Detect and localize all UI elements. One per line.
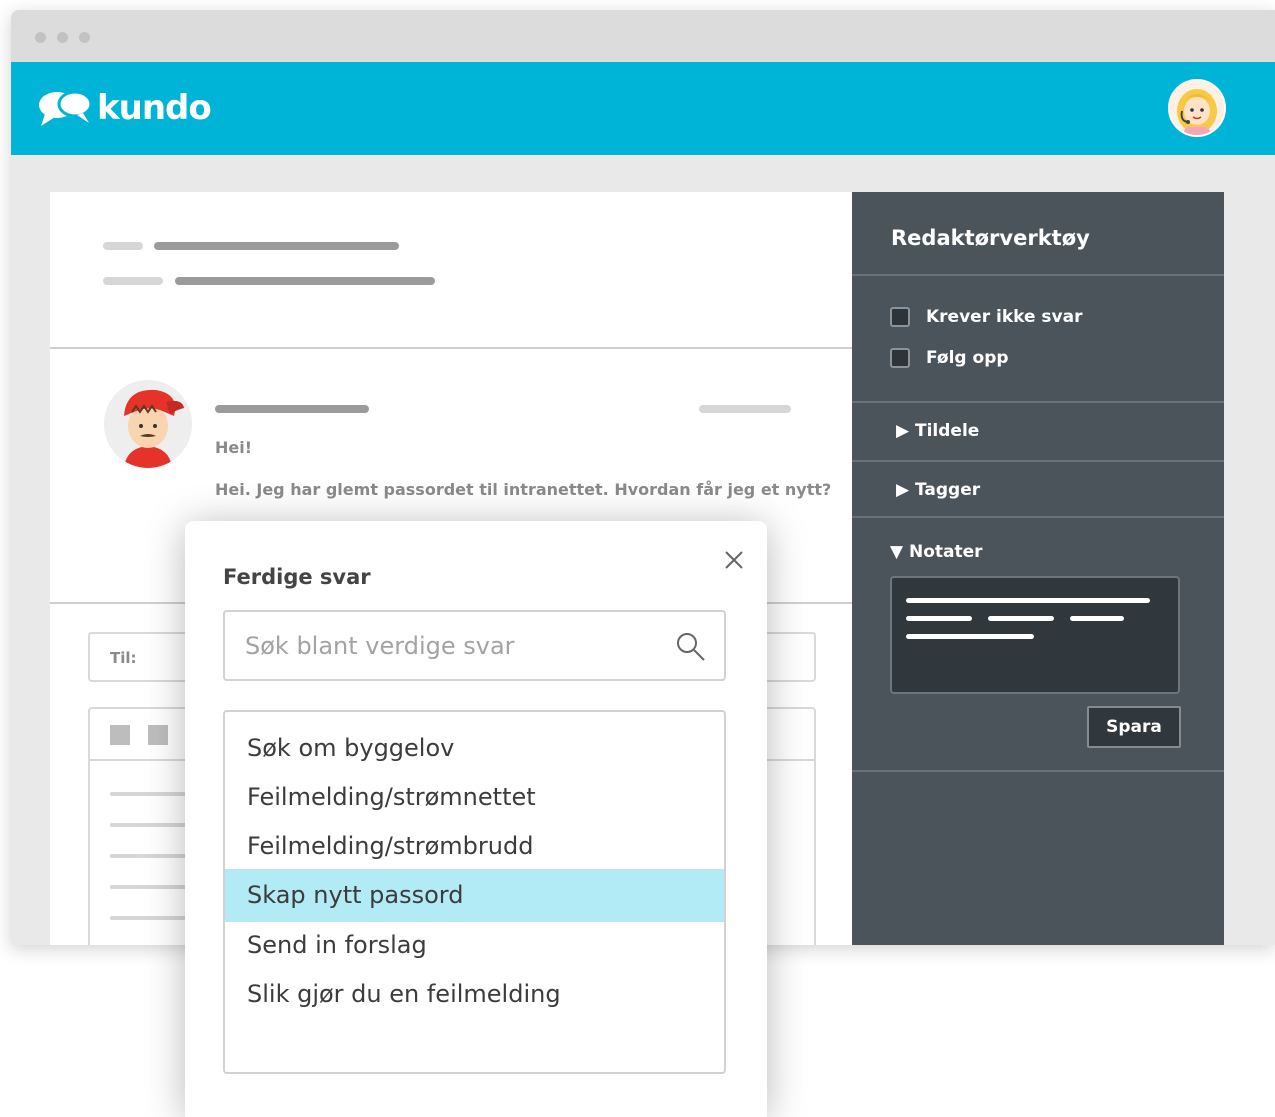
placeholder-line: [175, 277, 435, 285]
sidebar-divider: [852, 460, 1224, 462]
placeholder-line: [103, 242, 143, 250]
accordion-label: Tildele: [915, 421, 980, 441]
triangle-down-icon: ▼: [890, 542, 904, 562]
search-input[interactable]: [245, 630, 645, 662]
checkbox-no-reply-needed[interactable]: Krever ikke svar: [890, 307, 1083, 327]
list-item-selected[interactable]: Skap nytt passord: [225, 869, 724, 922]
search-field[interactable]: [223, 610, 726, 681]
toolbar-button[interactable]: [148, 725, 168, 745]
list-item[interactable]: Send in forslag: [225, 919, 724, 972]
checkbox-label: Følg opp: [926, 348, 1009, 368]
brand-name: kundo: [97, 88, 212, 128]
triangle-right-icon: ▶: [896, 480, 910, 500]
note-text-line: [1070, 616, 1124, 621]
accordion-label: Tagger: [915, 480, 981, 500]
kundo-logo[interactable]: kundo: [37, 86, 212, 130]
note-text-line: [906, 598, 1150, 603]
canned-responses-list: Søk om byggelov Feilmelding/strømnettet …: [223, 710, 726, 1074]
window-close-dot[interactable]: [35, 32, 46, 43]
search-icon[interactable]: [675, 631, 707, 663]
toolbar-button[interactable]: [110, 725, 130, 745]
checkbox-follow-up[interactable]: Følg opp: [890, 348, 1009, 368]
notes-textarea[interactable]: [890, 576, 1180, 694]
accordion-assign[interactable]: ▶ Tildele: [896, 421, 979, 441]
list-item[interactable]: Feilmelding/strømnettet: [225, 771, 724, 824]
list-item[interactable]: Slik gjør du en feilmelding: [225, 968, 724, 1021]
triangle-right-icon: ▶: [896, 421, 910, 441]
accordion-tags[interactable]: ▶ Tagger: [896, 480, 980, 500]
list-item[interactable]: Feilmelding/strømbrudd: [225, 820, 724, 873]
sidebar-divider: [852, 401, 1224, 403]
note-text-line: [906, 634, 1034, 639]
note-text-line: [906, 616, 972, 621]
checkbox-label: Krever ikke svar: [926, 307, 1083, 327]
sidebar-title: Redaktørverktøy: [891, 226, 1090, 250]
placeholder-line: [154, 242, 399, 250]
timestamp-placeholder: [699, 405, 791, 413]
save-notes-button[interactable]: Spara: [1087, 706, 1181, 748]
speech-bubbles-icon: [39, 90, 93, 126]
window-titlebar: [11, 10, 1275, 62]
author-name-placeholder: [215, 405, 369, 413]
message-body: Hei. Jeg har glemt passordet til intrane…: [215, 480, 832, 499]
canned-responses-modal: Ferdige svar Søk om byggelov Feilmelding…: [185, 521, 767, 1117]
accordion-notes[interactable]: ▼ Notater: [890, 542, 983, 562]
customer-avatar: [104, 380, 192, 468]
close-icon[interactable]: [723, 549, 745, 571]
editor-tools-sidebar: Redaktørverktøy Krever ikke svar Følg op…: [852, 192, 1224, 945]
window-maximize-dot[interactable]: [79, 32, 90, 43]
window-minimize-dot[interactable]: [57, 32, 68, 43]
sidebar-divider: [852, 516, 1224, 518]
sidebar-divider: [852, 274, 1224, 276]
message-greeting: Hei!: [215, 438, 253, 457]
list-item[interactable]: Søk om byggelov: [225, 722, 724, 775]
recipient-label: Til:: [110, 649, 137, 667]
app-header: kundo: [11, 62, 1275, 155]
agent-avatar[interactable]: [1168, 79, 1226, 137]
checkbox[interactable]: [890, 307, 910, 327]
accordion-label: Notater: [909, 542, 983, 562]
checkbox[interactable]: [890, 348, 910, 368]
note-text-line: [988, 616, 1054, 621]
modal-title: Ferdige svar: [223, 565, 371, 589]
header-divider: [50, 347, 852, 349]
placeholder-line: [103, 277, 163, 285]
sidebar-divider: [852, 770, 1224, 772]
